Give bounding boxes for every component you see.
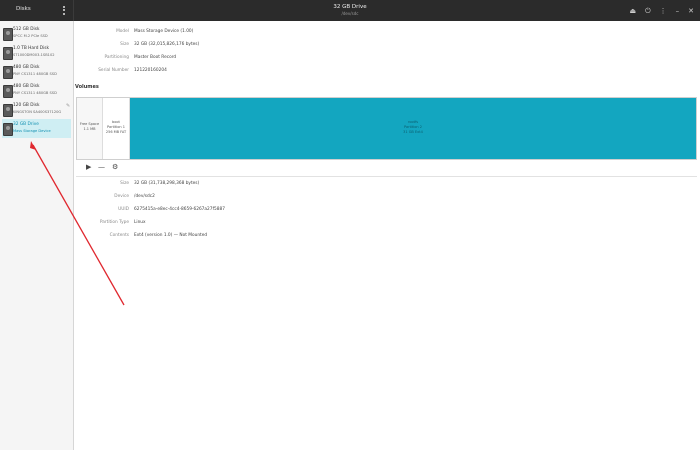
info-value: 121220160204 [134, 68, 167, 73]
info-value: 32 GB (32,015,826,176 bytes) [134, 42, 200, 47]
partition-row-size: Size 32 GB (31,738,298,368 bytes) [74, 181, 700, 189]
info-value: Master Boot Record [134, 55, 177, 60]
volume-partition-1[interactable]: boot Partition 1 256 MB FAT [103, 98, 130, 159]
drive-icon [3, 66, 13, 79]
drive-details: Model Mass Storage Device (1.00) Size 32… [74, 21, 700, 450]
gears-icon[interactable]: ⚙ [112, 163, 118, 171]
info-value: Ext4 (version 1.0) — Not Mounted [134, 233, 208, 238]
info-label: Partitioning [104, 55, 129, 60]
drive-icon [3, 104, 13, 117]
drive-device-path: /dev/sdc [341, 11, 359, 16]
partition-row-uuid: UUID 6275415a-e8ec-4cc4-8659-6267a27f588… [74, 207, 700, 215]
drive-title: 32 GB Drive [333, 4, 367, 10]
disk-name: 1.0 TB Hard Disk [13, 46, 50, 51]
eject-icon[interactable]: ⏏ [629, 6, 636, 16]
disk-name: 512 GB Disk [13, 27, 40, 32]
disks-window: Disks 32 GB Drive /dev/sdc ⏏ ⏻ ⋮ – ✕ 512… [0, 0, 700, 450]
disk-item[interactable]: 480 GB Disk PNY CS1311 480GB SSD [2, 81, 71, 100]
disk-name: 32 GB Drive [13, 122, 39, 127]
disk-item[interactable]: 120 GB Disk KINGSTON SA400S37120G [2, 100, 71, 119]
power-icon[interactable]: ⏻ [645, 6, 651, 16]
drive-icon [3, 85, 13, 98]
disk-name: 480 GB Disk [13, 84, 40, 89]
info-value: Mass Storage Device (1.00) [134, 29, 194, 34]
close-icon[interactable]: ✕ [688, 6, 694, 16]
volumes-map: Free Space 1.1 MB boot Partition 1 256 M… [76, 97, 697, 160]
info-row-size: Size 32 GB (32,015,826,176 bytes) [74, 42, 700, 50]
drive-title-block: 32 GB Drive /dev/sdc [0, 4, 700, 16]
partition-row-contents: Contents Ext4 (version 1.0) — Not Mounte… [74, 233, 700, 241]
disk-list: 512 GB Disk SPCC M.2 PCIe SSD 1.0 TB Har… [0, 21, 74, 450]
info-label: UUID [118, 207, 129, 212]
menu-icon[interactable]: ⋮ [660, 6, 667, 16]
volume-toolbar: ▶ — ⚙ [76, 160, 697, 177]
disk-item[interactable]: 1.0 TB Hard Disk ST1000DM003-1SB102 [2, 43, 71, 62]
info-label: Model [116, 29, 129, 34]
disk-model: Mass Storage Device [13, 129, 51, 133]
info-value: 6275415a-e8ec-4cc4-8659-6267a27f5887 [134, 207, 225, 212]
info-label: Serial Number [98, 68, 129, 73]
info-label: Partition Type [99, 220, 129, 225]
disk-model: PNY CS1311 480GB SSD [13, 91, 57, 95]
disk-name: 120 GB Disk [13, 103, 40, 108]
volumes-heading: Volumes [75, 84, 99, 90]
volume-p2-size: 31 GB Ext4 [403, 130, 423, 134]
volume-free-space[interactable]: Free Space 1.1 MB [77, 98, 103, 159]
volume-p1-size: 256 MB FAT [105, 130, 127, 134]
info-label: Size [120, 42, 129, 47]
disk-item[interactable]: 480 GB Disk PNY CS1311 480GB SSD [2, 62, 71, 81]
info-value: 32 GB (31,738,298,368 bytes) [134, 181, 200, 186]
header-actions: ⏏ ⏻ ⋮ – ✕ [629, 5, 694, 17]
drive-icon [3, 28, 13, 41]
info-row-model: Model Mass Storage Device (1.00) [74, 29, 700, 37]
partition-row-device: Device /dev/sdc2 [74, 194, 700, 202]
info-row-partitioning: Partitioning Master Boot Record [74, 55, 700, 63]
header-bar: Disks 32 GB Drive /dev/sdc ⏏ ⏻ ⋮ – ✕ [0, 0, 700, 21]
minus-icon[interactable]: — [98, 163, 105, 171]
usb-drive-icon [3, 123, 13, 136]
disk-model: ST1000DM003-1SB102 [13, 53, 55, 57]
volume-partition-2-selected[interactable]: rootfs Partition 2 31 GB Ext4 [130, 98, 696, 159]
disk-name: 480 GB Disk [13, 65, 40, 70]
minimize-icon[interactable]: – [676, 6, 680, 16]
disk-item[interactable]: 512 GB Disk SPCC M.2 PCIe SSD [2, 24, 71, 43]
info-label: Size [120, 181, 129, 186]
drive-icon [3, 47, 13, 60]
disk-model: SPCC M.2 PCIe SSD [13, 34, 48, 38]
info-row-serial: Serial Number 121220160204 [74, 68, 700, 76]
info-label: Device [114, 194, 129, 199]
volume-free-size: 1.1 MB [83, 127, 96, 131]
info-value: Linux [134, 220, 146, 225]
info-label: Contents [109, 233, 129, 238]
partition-row-type: Partition Type Linux [74, 220, 700, 228]
disk-model: KINGSTON SA400S37120G [13, 110, 62, 114]
disk-item-selected[interactable]: 32 GB Drive Mass Storage Device [2, 119, 71, 138]
pencil-icon: ✎ [66, 103, 71, 109]
info-value: /dev/sdc2 [134, 194, 155, 199]
play-icon[interactable]: ▶ [86, 163, 91, 171]
disk-model: PNY CS1311 480GB SSD [13, 72, 57, 76]
